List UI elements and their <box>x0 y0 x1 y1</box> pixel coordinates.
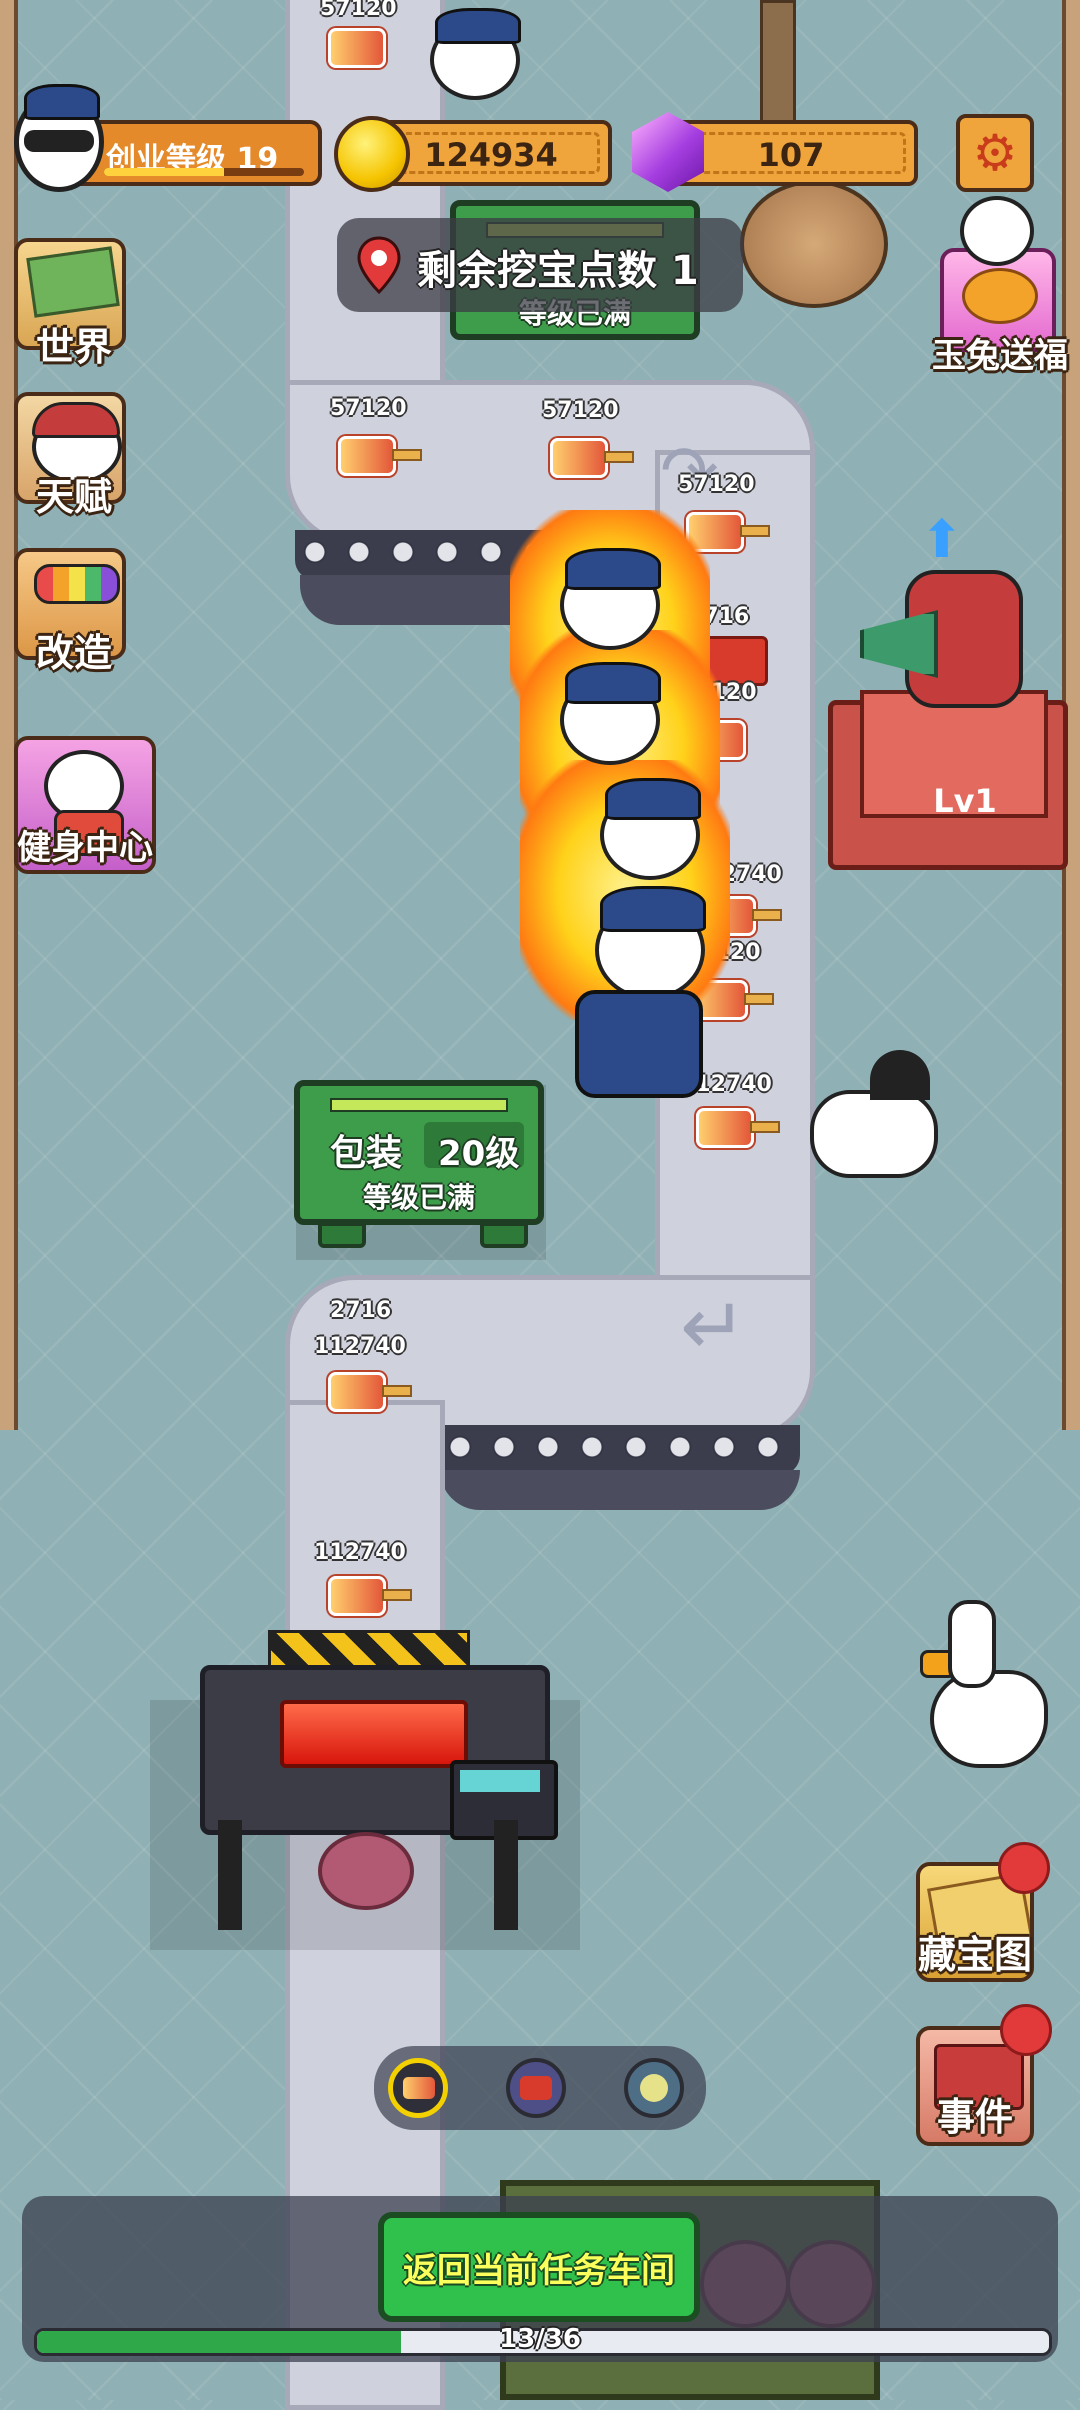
sidebar-item-label: 健身中心 <box>17 828 153 868</box>
husky-back <box>870 1050 930 1100</box>
events-label: 事件 <box>936 2095 1013 2139</box>
item-value: 112740 <box>314 1540 406 1565</box>
station-status: 等级已满 <box>362 1181 475 1214</box>
treasure-map-label: 藏宝图 <box>917 1933 1032 1977</box>
popsicle-stick <box>752 909 782 921</box>
sidebar-item-label: 天赋 <box>35 475 112 519</box>
item-value: 57120 <box>678 472 755 497</box>
board-leg <box>318 1222 366 1248</box>
product-selector <box>374 2046 706 2130</box>
worker-level: Lv1 <box>933 782 997 820</box>
goose[interactable] <box>930 1670 1048 1768</box>
product-tab-candy[interactable] <box>506 2058 566 2118</box>
notification-badge <box>1000 2004 1052 2056</box>
item-value: 57120 <box>542 398 619 423</box>
popsicle-icon <box>403 2077 435 2099</box>
worker-uniform <box>575 990 703 1098</box>
popsicle-stick <box>382 1589 412 1601</box>
product-tab-popsicle[interactable] <box>388 2058 448 2118</box>
upgrade-arrow-icon[interactable]: ⬆ <box>920 510 964 570</box>
conveyor-track <box>440 1425 800 1475</box>
dig-points-text: 剩余挖宝点数 1 <box>417 248 699 294</box>
dig-points-banner: 剩余挖宝点数 1 <box>337 218 743 312</box>
avatar-cap <box>24 84 100 120</box>
settings-button[interactable]: ⚙ <box>956 114 1034 192</box>
machine-leg <box>218 1820 242 1930</box>
worker-cap <box>565 548 661 590</box>
station-name: 包装 <box>330 1133 403 1174</box>
worker-cap <box>605 778 701 820</box>
control-screen <box>460 1770 540 1792</box>
statue-base <box>740 180 888 308</box>
furnace-fire-icon <box>280 1700 468 1768</box>
popsicle-item-frozen <box>696 1108 754 1148</box>
popsicle-item <box>550 438 608 478</box>
megaphone-icon <box>860 610 938 678</box>
paint-roller-icon <box>34 564 120 604</box>
notification-badge <box>998 1842 1050 1894</box>
belt-arrow-icon: ↵ <box>680 1280 748 1373</box>
avatar-mask <box>24 130 94 152</box>
coin-icon <box>334 116 410 192</box>
dumpling-icon <box>640 2074 668 2102</box>
belt-arrow-icon: ↷ <box>660 430 719 512</box>
station-level: 20级 <box>438 1134 520 1174</box>
world-map-icon <box>26 246 120 318</box>
candy-icon <box>520 2076 552 2100</box>
return-to-workshop-button[interactable]: 返回当前任务车间 <box>378 2212 700 2322</box>
gem-value: 107 <box>757 136 825 174</box>
product-tab-dumpling[interactable] <box>624 2058 684 2118</box>
conveyor-shadow <box>440 1470 800 1510</box>
item-value: 57120 <box>330 396 407 421</box>
jade-rabbit-icon <box>960 196 1034 266</box>
popsicle-item <box>338 436 396 476</box>
packaging-station[interactable]: 包装 20级 等级已满 <box>294 1080 544 1225</box>
worker-cap <box>565 662 661 704</box>
item-value: 2716 <box>330 1298 392 1323</box>
husky-dog[interactable] <box>810 1090 938 1178</box>
board-leg <box>480 1222 528 1248</box>
worker-cap <box>435 8 521 44</box>
popsicle-stick <box>750 1121 780 1133</box>
mooncake-icon <box>962 268 1038 324</box>
task-progress-text: 13/36 <box>499 2324 581 2354</box>
popsicle-stick <box>382 1385 412 1397</box>
gift-box-item <box>318 1832 414 1910</box>
machine-leg <box>494 1820 518 1930</box>
popsicle-item <box>328 28 386 68</box>
popsicle-item-frozen <box>328 1576 386 1616</box>
level-progress <box>104 168 304 176</box>
item-value: 112740 <box>314 1334 406 1359</box>
popsicle-stick <box>604 451 634 463</box>
left-wall <box>0 0 18 1430</box>
goose-neck <box>948 1600 996 1688</box>
sidebar-item-label: 改造 <box>35 631 112 675</box>
worker-cap <box>600 886 706 932</box>
item-value: 57120 <box>320 0 397 21</box>
location-pin-icon <box>357 236 401 295</box>
gear-icon: ⚙ <box>972 124 1018 182</box>
sidebar-item-label: 世界 <box>35 325 112 369</box>
popsicle-item-frozen <box>328 1372 386 1412</box>
popsicle-stick <box>740 525 770 537</box>
popsicle-stick <box>392 449 422 461</box>
jade-rabbit-event-label: 玉兔送福 <box>932 336 1068 376</box>
popsicle-stick <box>744 993 774 1005</box>
